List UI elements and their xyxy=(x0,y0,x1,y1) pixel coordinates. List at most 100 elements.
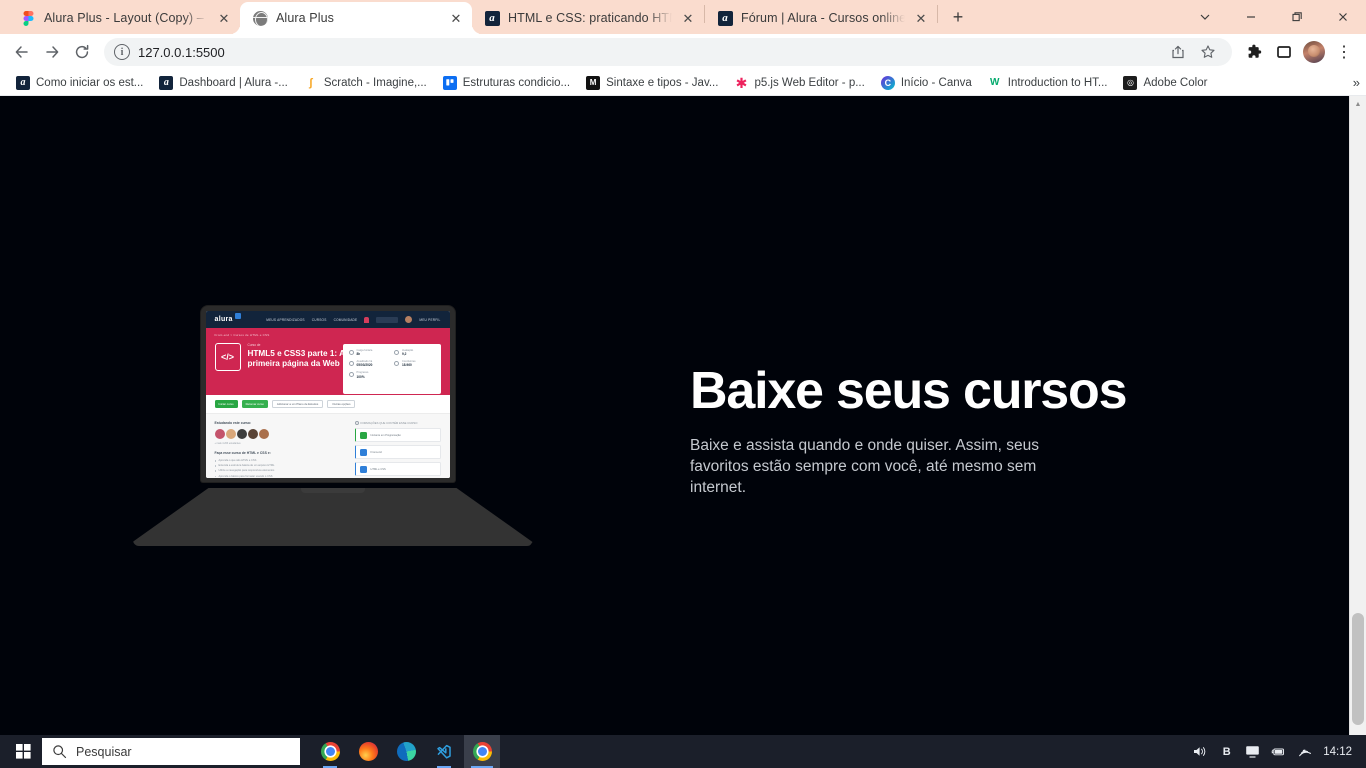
bookmark-label: p5.js Web Editor - p... xyxy=(754,76,865,89)
progress-icon xyxy=(348,372,354,378)
share-icon[interactable] xyxy=(1164,38,1192,66)
chrome-icon xyxy=(472,742,492,761)
figma-icon xyxy=(20,10,36,26)
taskbar-app-firefox[interactable] xyxy=(350,735,386,768)
scroll-up-icon[interactable]: ▲ xyxy=(1350,96,1366,113)
formation-icon xyxy=(359,431,367,439)
formations-heading: FORMAÇÕES QUE CONTÉM ESSE CURSO xyxy=(354,421,441,425)
bookmark-canva[interactable]: C Início - Canva xyxy=(873,74,980,92)
bandwidth-icon[interactable]: B xyxy=(1219,744,1234,759)
list-item: Utilize a navegação para responsivos ele… xyxy=(214,469,347,472)
bookmarks-bar: a Como iniciar os est... a Dashboard | A… xyxy=(0,70,1366,96)
start-course-button: Iniciar curso xyxy=(214,400,238,408)
start-button[interactable] xyxy=(6,735,40,768)
laptop-base xyxy=(132,488,533,546)
bookmark-p5js[interactable]: ✱ p5.js Web Editor - p... xyxy=(726,74,872,92)
close-button[interactable] xyxy=(1320,0,1366,34)
list-item: Aprenda o que são HTML e CSS xyxy=(214,459,347,462)
window-controls xyxy=(1182,0,1366,34)
stat-item: Avaliação 9,2 xyxy=(394,349,435,356)
page-description: Baixe e assista quando e onde quiser. As… xyxy=(690,437,1039,496)
bookmark-scratch[interactable]: ʃ Scratch - Imagine,... xyxy=(296,74,435,92)
taskbar-apps xyxy=(312,735,500,768)
tab-title: HTML e CSS: praticando HTML/CSS xyxy=(508,11,672,25)
taskbar-app-edge[interactable] xyxy=(388,735,424,768)
tab-forum-alura[interactable]: a Fórum | Alura - Cursos online de tecno… xyxy=(705,2,937,34)
globe-icon xyxy=(252,10,268,26)
bookmark-adobe-color[interactable]: ◎ Adobe Color xyxy=(1115,74,1215,92)
clock[interactable]: 14:12 xyxy=(1323,746,1352,758)
tab-alura-plus[interactable]: Alura Plus ✕ xyxy=(240,2,472,34)
taskbar-app-chrome-active[interactable] xyxy=(464,735,500,768)
p5js-icon: ✱ xyxy=(735,74,748,91)
bookmark-estruturas-condicionais[interactable]: Estruturas condicio... xyxy=(435,74,578,92)
bookmarks-overflow-icon[interactable]: » xyxy=(1353,75,1360,90)
page-viewport: alura MEUS APRENDIZADOS CURSOS COMUNIDAD… xyxy=(0,96,1366,768)
screen-nav-items: MEUS APRENDIZADOS CURSOS COMUNIDADE MEU … xyxy=(266,316,440,323)
chrome-menu-icon[interactable]: ⋮ xyxy=(1330,38,1358,66)
alura-plus-page: alura MEUS APRENDIZADOS CURSOS COMUNIDAD… xyxy=(0,96,1349,768)
screen-hero: Front-end > Cursos de HTML e CSS </> Cur… xyxy=(205,328,450,395)
maximize-button[interactable] xyxy=(1274,0,1320,34)
tab-close-icon[interactable]: ✕ xyxy=(913,10,929,26)
download-section: alura MEUS APRENDIZADOS CURSOS COMUNIDAD… xyxy=(0,96,1349,768)
taskbar-app-chrome[interactable] xyxy=(312,735,348,768)
tab-close-icon[interactable]: ✕ xyxy=(448,10,464,26)
new-tab-button[interactable]: + xyxy=(944,3,972,31)
bookmark-dashboard-alura[interactable]: a Dashboard | Alura -... xyxy=(151,74,295,92)
back-icon[interactable] xyxy=(8,38,36,66)
forward-icon[interactable] xyxy=(38,38,66,66)
vscode-icon xyxy=(436,744,451,759)
tab-title: Fórum | Alura - Cursos online de tecnolo… xyxy=(741,11,905,25)
formation-icon xyxy=(359,448,367,456)
notification-icon xyxy=(364,316,370,323)
taskbar-app-vscode[interactable] xyxy=(426,735,462,768)
address-bar[interactable]: i 127.0.0.1:5500 xyxy=(104,38,1232,66)
formation-icon xyxy=(359,465,367,473)
screen-navbar: alura MEUS APRENDIZADOS CURSOS COMUNIDAD… xyxy=(205,311,450,328)
laptop-mockup: alura MEUS APRENDIZADOS CURSOS COMUNIDAD… xyxy=(132,306,533,546)
avatar xyxy=(247,429,258,439)
system-tray: B 14:12 xyxy=(1193,744,1360,759)
laptop-image-column: alura MEUS APRENDIZADOS CURSOS COMUNIDAD… xyxy=(0,306,690,546)
trello-icon xyxy=(442,75,457,90)
tab-figma[interactable]: Alura Plus - Layout (Copy) – Figma ✕ xyxy=(8,2,240,34)
side-panel-icon[interactable] xyxy=(1270,38,1298,66)
stat-item: Concluintes 18.960 xyxy=(394,360,435,367)
canva-icon: C xyxy=(880,75,895,90)
list-item: Aprenda o básico para formatar usando o … xyxy=(214,475,347,478)
reload-icon[interactable] xyxy=(68,38,96,66)
tab-close-icon[interactable]: ✕ xyxy=(680,10,696,26)
wifi-icon[interactable] xyxy=(1297,744,1312,759)
taskbar-search-input[interactable]: Pesquisar xyxy=(42,738,300,765)
bookmark-star-icon[interactable] xyxy=(1194,38,1222,66)
search-placeholder: Pesquisar xyxy=(76,744,132,759)
windows-taskbar: Pesquisar B 14:12 xyxy=(0,735,1366,768)
firefox-icon xyxy=(358,742,378,761)
mdn-icon: M xyxy=(586,75,601,90)
search-icon xyxy=(53,745,67,759)
screen-action-bar: Iniciar curso Retomar curso Adicionar a … xyxy=(205,395,450,414)
stat-item: Carga horária 8h xyxy=(348,349,390,356)
page-scrollbar[interactable]: ▲ ▼ xyxy=(1349,96,1366,768)
bookmark-introduction-to-html[interactable]: W Introduction to HT... xyxy=(980,74,1116,92)
w3-icon: W xyxy=(990,77,1000,88)
bookmark-como-iniciar[interactable]: a Como iniciar os est... xyxy=(8,74,151,92)
battery-icon[interactable] xyxy=(1271,744,1286,759)
bookmark-label: Dashboard | Alura -... xyxy=(179,76,288,89)
screen-body-right: FORMAÇÕES QUE CONTÉM ESSE CURSO Iniciant… xyxy=(354,421,441,478)
tab-html-css[interactable]: a HTML e CSS: praticando HTML/CSS ✕ xyxy=(472,2,704,34)
display-icon[interactable] xyxy=(1245,744,1260,759)
extensions-icon[interactable] xyxy=(1240,38,1268,66)
site-info-icon[interactable]: i xyxy=(114,44,130,60)
scrollbar-thumb[interactable] xyxy=(1352,613,1364,725)
profile-avatar[interactable] xyxy=(1300,38,1328,66)
tab-search-icon[interactable] xyxy=(1182,0,1228,34)
bookmark-label: Como iniciar os est... xyxy=(36,76,144,89)
volume-icon[interactable] xyxy=(1193,744,1208,759)
other-options-button: Outras opções xyxy=(327,400,356,408)
minimize-button[interactable] xyxy=(1228,0,1274,34)
screen-body-left: Estudando este curso: + mais 4.203 estud… xyxy=(214,421,347,478)
bookmark-sintaxe-tipos[interactable]: M Sintaxe e tipos - Jav... xyxy=(578,74,726,92)
students-heading: Estudando este curso: xyxy=(214,421,252,425)
